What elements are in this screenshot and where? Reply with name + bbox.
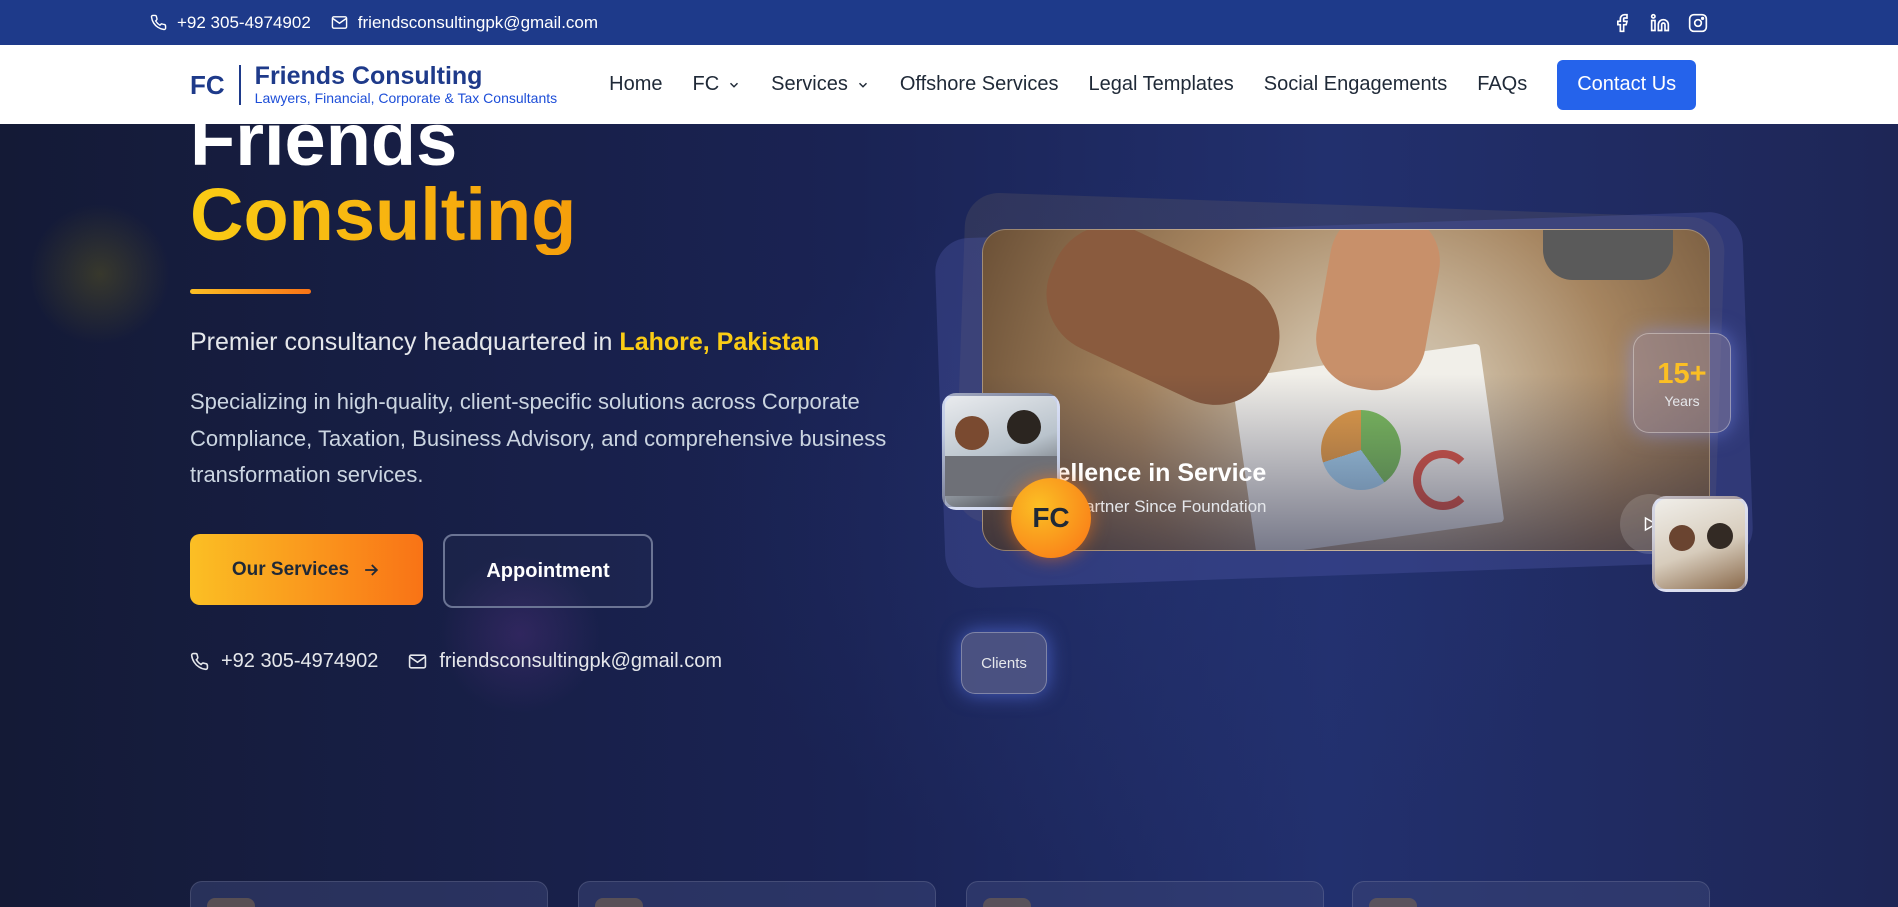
instagram-icon[interactable]: [1688, 13, 1708, 33]
years-badge: 15+ Years: [1633, 333, 1731, 433]
topbar-email[interactable]: friendsconsultingpk@gmail.com: [331, 13, 598, 33]
topbar-contact: +92 305-4974902 friendsconsultingpk@gmai…: [150, 13, 598, 33]
feature-icon: [983, 898, 1031, 907]
fc-badge: FC: [1011, 478, 1091, 558]
hero-phone[interactable]: +92 305-4974902: [190, 650, 378, 673]
hero-title-line2: Consulting: [190, 173, 577, 256]
hero-contact: +92 305-4974902 friendsconsultingpk@gmai…: [190, 650, 722, 673]
hero-subtitle-prefix: Premier consultancy headquartered in: [190, 328, 613, 356]
topbar-phone[interactable]: +92 305-4974902: [150, 13, 311, 33]
nav-social-label: Social Engagements: [1263, 73, 1448, 95]
nav-legal-label: Legal Templates: [1088, 73, 1234, 95]
arrow-right-icon: [361, 560, 381, 580]
phone-icon: [150, 14, 167, 31]
facebook-icon[interactable]: [1612, 13, 1632, 33]
hero-subtitle-location: Lahore, Pakistan: [619, 328, 820, 356]
hero-phone-text: +92 305-4974902: [221, 650, 379, 672]
feature-card[interactable]: [1352, 881, 1710, 907]
contact-us-button[interactable]: Contact Us: [1557, 59, 1697, 110]
chevron-down-icon: [727, 78, 741, 92]
clients-badge: Clients: [961, 632, 1047, 694]
thumb-person: [1707, 523, 1733, 549]
hero-email-text: friendsconsultingpk@gmail.com: [439, 650, 723, 672]
social-links: [1612, 13, 1708, 33]
mail-icon: [331, 14, 348, 31]
nav-home-label: Home: [609, 73, 663, 95]
nav-legal-templates[interactable]: Legal Templates: [1088, 73, 1233, 96]
main-nav: Home FC Services Offshore Services Legal…: [609, 73, 1527, 96]
nav-offshore-label: Offshore Services: [899, 73, 1059, 95]
nav-social-engagements[interactable]: Social Engagements: [1264, 73, 1447, 96]
feature-card[interactable]: [190, 881, 548, 907]
years-label: Years: [1664, 393, 1700, 409]
hero-title-line1: Friends: [190, 98, 458, 181]
feature-icon: [595, 898, 643, 907]
appointment-button[interactable]: Appointment: [443, 534, 653, 608]
chevron-down-icon: [856, 78, 870, 92]
hero-email[interactable]: friendsconsultingpk@gmail.com: [408, 650, 722, 673]
years-value: 15+: [1657, 358, 1707, 390]
hero-subtitle: Premier consultancy headquartered in Lah…: [190, 328, 820, 357]
phone-icon: [190, 652, 209, 671]
nav-fc-label: FC: [692, 73, 720, 95]
hero-description: Specializing in high-quality, client-spe…: [190, 389, 887, 487]
topbar-email-text: friendsconsultingpk@gmail.com: [357, 12, 599, 32]
meeting-thumbnail: [1652, 496, 1748, 592]
linkedin-icon[interactable]: [1650, 13, 1670, 33]
our-services-button[interactable]: Our Services: [190, 534, 423, 605]
thumb-person: [1007, 410, 1041, 444]
feature-card[interactable]: [578, 881, 936, 907]
nav-services-label: Services: [771, 73, 848, 95]
our-services-label: Our Services: [231, 558, 350, 580]
feature-icon: [1369, 898, 1417, 907]
nav-faqs[interactable]: FAQs: [1477, 73, 1527, 96]
feature-icon: [207, 898, 255, 907]
top-bar: +92 305-4974902 friendsconsultingpk@gmai…: [0, 0, 1898, 45]
topbar-phone-text: +92 305-4974902: [177, 12, 311, 32]
mail-icon: [408, 652, 427, 671]
brand-name: Friends Consulting: [254, 61, 483, 90]
nav-offshore-services[interactable]: Offshore Services: [900, 73, 1059, 96]
nav-home[interactable]: Home: [609, 73, 662, 96]
title-underline: [190, 289, 311, 294]
feature-card[interactable]: [966, 881, 1324, 907]
nav-faqs-label: FAQs: [1477, 73, 1528, 95]
nav-services[interactable]: Services: [771, 73, 870, 96]
thumb-person: [955, 416, 989, 450]
thumb-person: [1669, 525, 1695, 551]
nav-fc[interactable]: FC: [692, 73, 741, 96]
